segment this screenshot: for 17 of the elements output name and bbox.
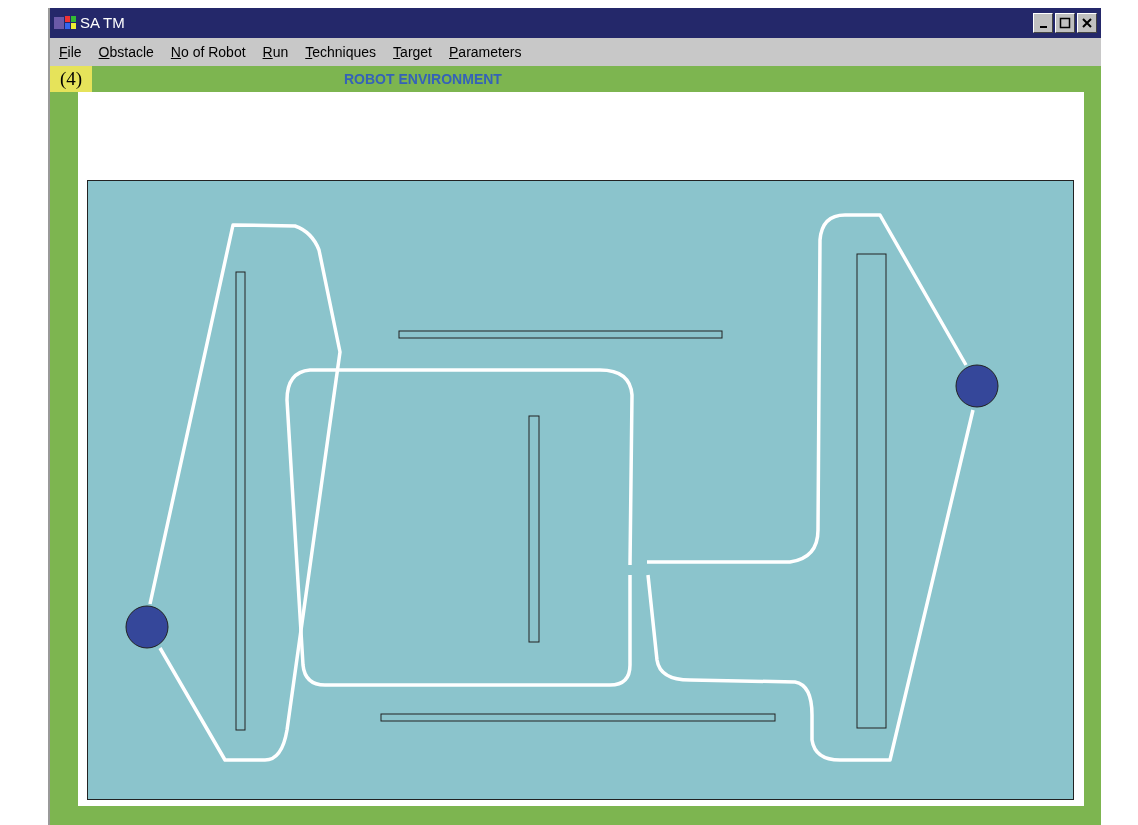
menu-item[interactable]: Parameters <box>449 41 522 63</box>
panel-title: ROBOT ENVIRONMENT <box>344 69 502 89</box>
close-button[interactable] <box>1077 13 1097 33</box>
menu-item[interactable]: Target <box>393 41 432 63</box>
menu-item[interactable]: Obstacle <box>98 41 154 63</box>
maximize-icon <box>1059 17 1071 29</box>
menu-item[interactable]: Run <box>262 41 289 63</box>
menu-item[interactable]: Techniques <box>305 41 377 63</box>
minimize-button[interactable] <box>1033 13 1053 33</box>
maximize-button[interactable] <box>1055 13 1075 33</box>
minimize-icon <box>1039 26 1047 28</box>
app-icon <box>54 15 76 31</box>
menu-item[interactable]: No of Robot <box>170 41 246 63</box>
figure-label: (4) <box>50 66 92 92</box>
window-title: SA TM <box>80 12 125 33</box>
close-icon <box>1081 17 1093 29</box>
menu-item[interactable]: File <box>59 41 82 63</box>
